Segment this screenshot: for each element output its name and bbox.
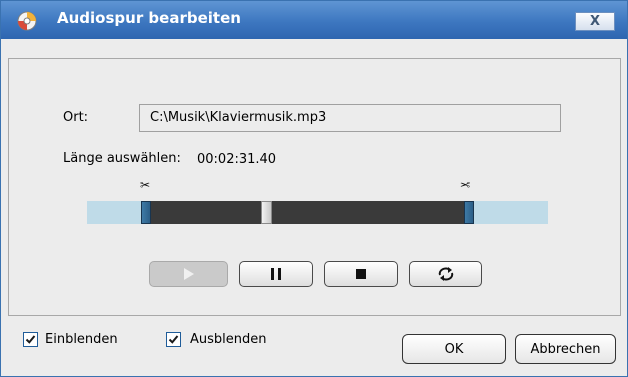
cancel-button[interactable]: Abbrechen (515, 334, 616, 364)
length-label: Länge auswählen: (63, 151, 181, 166)
loop-button[interactable] (409, 261, 482, 287)
start-handle[interactable] (141, 201, 151, 224)
audio-track-dialog: Audiospur bearbeiten X Ort: C:\Musik\Kla… (0, 0, 628, 377)
location-label: Ort: (63, 110, 89, 125)
checkmark-icon (168, 335, 179, 344)
selected-range (145, 201, 471, 224)
edit-panel (8, 58, 621, 316)
stop-button[interactable] (324, 261, 398, 287)
scissors-start-icon: ✂ (140, 178, 151, 192)
audio-cd-icon (17, 11, 37, 31)
pause-icon (271, 268, 281, 280)
length-value: 00:02:31.40 (197, 152, 277, 167)
fade-out-label: Ausblenden (190, 332, 267, 347)
checkmark-icon (25, 335, 36, 344)
dialog-title: Audiospur bearbeiten (57, 9, 241, 27)
location-field[interactable]: C:\Musik\Klaviermusik.mp3 (139, 104, 561, 132)
loop-icon (438, 267, 453, 281)
title-bar[interactable]: Audiospur bearbeiten X (1, 1, 627, 39)
playhead[interactable] (261, 201, 272, 224)
scissors-end-icon: ✂ (460, 178, 471, 192)
fade-out-checkbox[interactable] (166, 332, 181, 347)
close-button[interactable]: X (575, 12, 615, 31)
fade-in-checkbox[interactable] (23, 332, 38, 347)
pause-button[interactable] (239, 261, 313, 287)
close-icon: X (589, 14, 601, 29)
fade-in-label: Einblenden (45, 332, 118, 347)
end-handle[interactable] (464, 201, 474, 224)
ok-button[interactable]: OK (402, 334, 506, 364)
play-icon (183, 268, 194, 280)
stop-icon (356, 269, 366, 279)
play-button[interactable] (149, 261, 228, 287)
